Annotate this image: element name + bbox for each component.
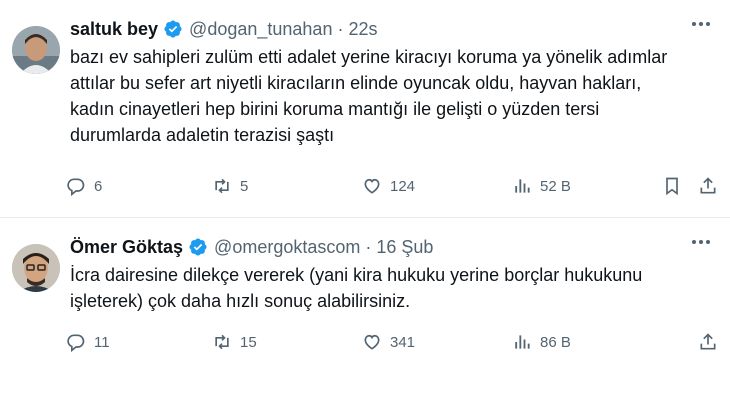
share-icon	[700, 333, 716, 350]
verified-badge-icon	[188, 237, 208, 257]
like-icon	[364, 334, 380, 350]
like-count: 341	[390, 333, 416, 351]
share-button[interactable]	[698, 176, 718, 196]
retweet-count: 15	[240, 333, 257, 351]
tweet-actions: 6 5 124 52 B	[66, 172, 716, 200]
like-button[interactable]: 124	[362, 176, 415, 196]
retweet-count: 5	[240, 177, 249, 195]
share-icon	[700, 177, 716, 194]
retweet-icon	[215, 178, 229, 194]
retweet-button[interactable]: 5	[212, 176, 248, 196]
tweet-actions: 11 15 341 86 B	[66, 328, 716, 356]
more-icon[interactable]	[688, 18, 714, 30]
timestamp[interactable]: 22s	[348, 19, 377, 40]
like-button[interactable]: 341	[362, 332, 415, 352]
retweet-icon	[215, 334, 229, 350]
tweet[interactable]: saltuk bey @dogan_tunahan · 22s bazı ev …	[0, 0, 730, 218]
display-name[interactable]: Ömer Göktaş	[70, 237, 183, 258]
like-icon	[364, 178, 380, 194]
verified-badge-icon	[163, 19, 183, 39]
bookmark-button[interactable]	[662, 176, 682, 196]
tweet[interactable]: Ömer Göktaş @omergoktascom · 16 Şub İcra…	[0, 218, 730, 420]
views-button[interactable]: 86 B	[512, 332, 571, 352]
avatar-image	[12, 244, 60, 292]
reply-icon	[67, 178, 85, 196]
bookmark-icon	[666, 177, 678, 196]
separator: ·	[365, 236, 372, 257]
views-icon	[515, 335, 530, 349]
views-button[interactable]: 52 B	[512, 176, 571, 196]
views-count: 52 B	[540, 177, 571, 195]
more-icon[interactable]	[688, 236, 714, 248]
reply-count: 11	[94, 333, 110, 351]
avatar-image	[12, 26, 60, 74]
tweet-header: saltuk bey @dogan_tunahan · 22s	[70, 16, 712, 42]
reply-button[interactable]: 6	[66, 176, 102, 196]
tweet-header: Ömer Göktaş @omergoktascom · 16 Şub	[70, 234, 712, 260]
views-count: 86 B	[540, 333, 571, 351]
share-button[interactable]	[698, 332, 718, 352]
views-icon	[515, 179, 530, 193]
avatar[interactable]	[12, 244, 60, 292]
user-handle[interactable]: @dogan_tunahan	[189, 19, 332, 40]
reply-icon	[67, 334, 85, 352]
user-handle[interactable]: @omergoktascom	[214, 237, 360, 258]
reply-count: 6	[94, 177, 103, 195]
tweet-text: bazı ev sahipleri zulüm etti adalet yeri…	[70, 47, 668, 145]
reply-button[interactable]: 11	[66, 332, 110, 352]
retweet-button[interactable]: 15	[212, 332, 257, 352]
timestamp[interactable]: 16 Şub	[376, 237, 433, 258]
separator: ·	[337, 18, 344, 39]
like-count: 124	[390, 177, 416, 195]
tweet-text: İcra dairesine dilekçe vererek (yani kir…	[70, 265, 643, 311]
display-name[interactable]: saltuk bey	[70, 19, 158, 40]
avatar[interactable]	[12, 26, 60, 74]
